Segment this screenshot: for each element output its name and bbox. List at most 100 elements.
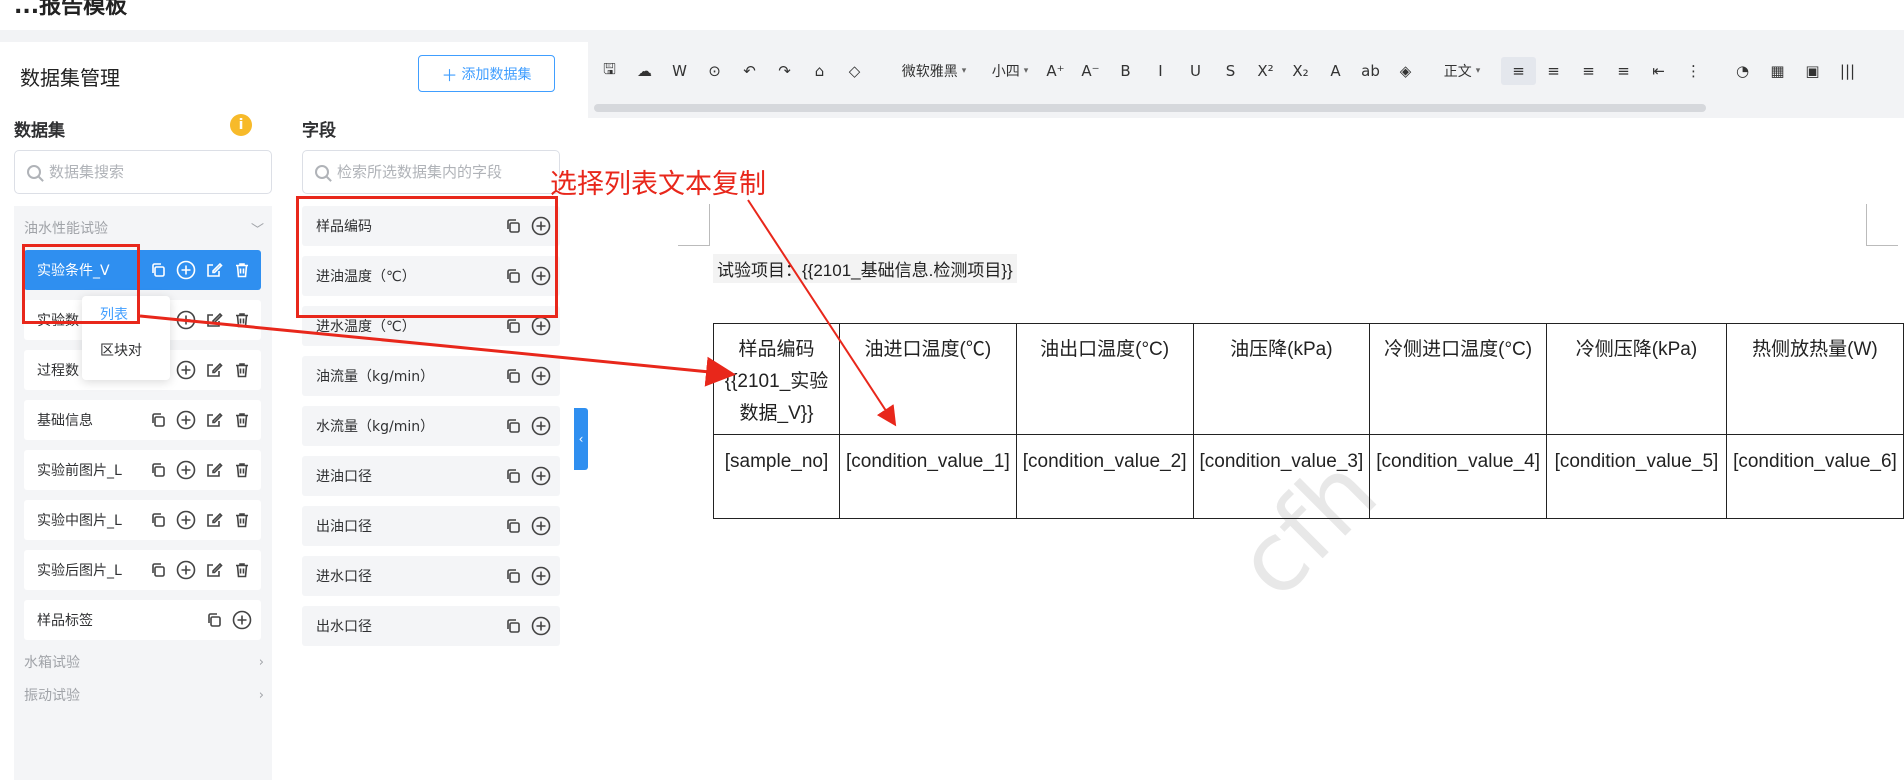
table-header-cell[interactable]: 油出口温度(°C) — [1015, 323, 1194, 435]
copy-icon[interactable] — [502, 515, 524, 537]
copy-icon[interactable] — [502, 315, 524, 337]
indent-button[interactable]: ⇤ — [1641, 57, 1676, 85]
menu-item-block-pair[interactable]: 区块对 — [82, 332, 170, 368]
collapse-panel-button[interactable]: ‹ — [574, 408, 588, 470]
table-cell[interactable]: [condition_value_1] — [839, 434, 1017, 519]
table-header-cell[interactable]: 冷侧压降(kPa) — [1546, 323, 1727, 435]
field-search-input[interactable] — [337, 163, 559, 181]
group-water-tank[interactable]: 水箱试验 › — [24, 652, 264, 672]
dataset-item[interactable]: 样品标签 — [24, 600, 261, 640]
font-decrease-button[interactable]: A⁻ — [1073, 57, 1108, 85]
table-cell[interactable]: [condition_value_3] — [1192, 434, 1371, 519]
edit-icon[interactable] — [203, 459, 225, 481]
add-icon[interactable] — [530, 465, 552, 487]
add-icon[interactable] — [175, 559, 197, 581]
table-header-cell[interactable]: 样品编码{{2101_实验数据_V}} — [713, 323, 840, 435]
align-right-button[interactable]: ≡ — [1571, 57, 1606, 85]
field-item[interactable]: 出油口径 — [302, 506, 560, 546]
dataset-item[interactable]: 实验中图片_L — [24, 500, 261, 540]
field-item[interactable]: 出水口径 — [302, 606, 560, 646]
word-export-icon[interactable]: W — [662, 57, 697, 85]
chart-insert-button[interactable]: ◔ — [1725, 57, 1760, 85]
barcode-insert-button[interactable]: ||| — [1830, 57, 1865, 85]
dataset-search-input[interactable] — [49, 163, 271, 181]
copy-icon[interactable] — [502, 415, 524, 437]
table-cell[interactable]: [sample_no] — [713, 434, 840, 519]
dataset-item[interactable]: 实验后图片_L — [24, 550, 261, 590]
horizontal-scrollbar[interactable] — [594, 104, 1706, 112]
dataset-item[interactable]: 实验前图片_L — [24, 450, 261, 490]
field-item[interactable]: 进水口径 — [302, 556, 560, 596]
copy-icon[interactable] — [147, 409, 169, 431]
copy-icon[interactable] — [502, 365, 524, 387]
strikethrough-button[interactable]: S — [1213, 57, 1248, 85]
delete-icon[interactable] — [231, 459, 253, 481]
copy-icon[interactable] — [147, 559, 169, 581]
add-icon[interactable] — [530, 615, 552, 637]
edit-icon[interactable] — [203, 509, 225, 531]
edit-icon[interactable] — [203, 259, 225, 281]
delete-icon[interactable] — [231, 259, 253, 281]
field-search-box[interactable] — [302, 150, 560, 194]
font-size-select[interactable]: 小四 ▾ — [982, 57, 1038, 85]
edit-icon[interactable] — [203, 359, 225, 381]
delete-icon[interactable] — [231, 309, 253, 331]
copy-icon[interactable] — [502, 465, 524, 487]
add-icon[interactable] — [175, 309, 197, 331]
add-icon[interactable] — [175, 459, 197, 481]
eraser-icon[interactable]: ◇ — [837, 57, 872, 85]
highlight-button[interactable]: ab — [1353, 57, 1388, 85]
save-icon[interactable]: 🖫 — [592, 57, 627, 85]
table-cell[interactable]: [condition_value_6] — [1725, 434, 1904, 519]
bold-button[interactable]: B — [1108, 57, 1143, 85]
image-insert-button[interactable]: ▣ — [1795, 57, 1830, 85]
delete-icon[interactable] — [231, 409, 253, 431]
experiment-item-line[interactable]: 试验项目：{{2101_基础信息.检测项目}} — [713, 254, 1017, 283]
field-item[interactable]: 进油口径 — [302, 456, 560, 496]
add-icon[interactable] — [231, 609, 253, 631]
copy-icon[interactable] — [147, 509, 169, 531]
add-icon[interactable] — [175, 409, 197, 431]
report-table[interactable]: 样品编码{{2101_实验数据_V}} 油进口温度(℃) 油出口温度(°C) 油… — [713, 323, 1904, 519]
delete-icon[interactable] — [231, 509, 253, 531]
table-header-cell[interactable]: 油进口温度(℃) — [839, 323, 1017, 435]
edit-icon[interactable] — [203, 309, 225, 331]
underline-button[interactable]: U — [1178, 57, 1213, 85]
table-cell[interactable]: [condition_value_2] — [1015, 434, 1194, 519]
table-insert-button[interactable]: ▦ — [1760, 57, 1795, 85]
delete-icon[interactable] — [231, 359, 253, 381]
copy-icon[interactable] — [147, 259, 169, 281]
copy-icon[interactable] — [502, 565, 524, 587]
align-left-button[interactable]: ≡ — [1501, 57, 1536, 85]
list-button[interactable]: ⋮ — [1676, 57, 1711, 85]
group-oil-water[interactable]: 油水性能试验 ﹀ — [24, 218, 264, 238]
align-center-button[interactable]: ≡ — [1536, 57, 1571, 85]
preview-icon[interactable]: ⊙ — [697, 57, 732, 85]
add-icon[interactable] — [530, 515, 552, 537]
copy-icon[interactable] — [147, 459, 169, 481]
edit-icon[interactable] — [203, 559, 225, 581]
add-icon[interactable] — [530, 365, 552, 387]
table-cell[interactable]: [condition_value_4] — [1369, 434, 1547, 519]
italic-button[interactable]: I — [1143, 57, 1178, 85]
justify-button[interactable]: ≡ — [1606, 57, 1641, 85]
add-icon[interactable] — [175, 509, 197, 531]
add-icon[interactable] — [175, 259, 197, 281]
add-icon[interactable] — [175, 359, 197, 381]
dataset-search-box[interactable] — [14, 150, 272, 194]
subscript-button[interactable]: X₂ — [1283, 57, 1318, 85]
copy-icon[interactable] — [203, 609, 225, 631]
field-item[interactable]: 油流量（kg/min） — [302, 356, 560, 396]
font-color-button[interactable]: A — [1318, 57, 1353, 85]
redo-icon[interactable]: ↷ — [767, 57, 802, 85]
add-icon[interactable] — [530, 415, 552, 437]
add-icon[interactable] — [530, 565, 552, 587]
table-header-cell[interactable]: 热侧放热量(W) — [1725, 323, 1904, 435]
add-dataset-button[interactable]: ＋ 添加数据集 — [418, 55, 555, 92]
paragraph-style-select[interactable]: 正文 ▾ — [1423, 57, 1501, 85]
fill-color-button[interactable]: ◈ — [1388, 57, 1423, 85]
delete-icon[interactable] — [231, 559, 253, 581]
field-item[interactable]: 水流量（kg/min） — [302, 406, 560, 446]
edit-icon[interactable] — [203, 409, 225, 431]
group-vibration[interactable]: 振动试验 › — [24, 685, 264, 705]
